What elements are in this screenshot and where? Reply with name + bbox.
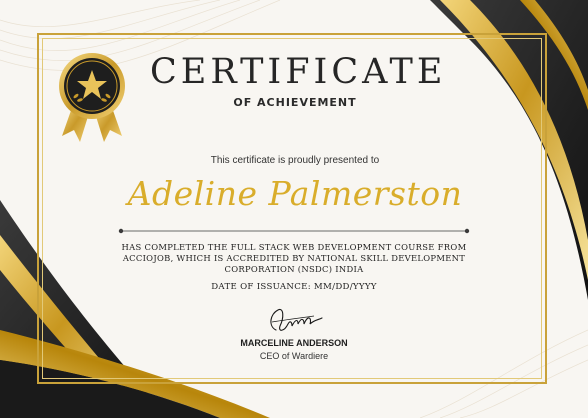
signer-role: CEO of Wardiere: [259, 351, 329, 361]
recipient-name: Adeline Palmerston: [127, 174, 463, 213]
certificate-title: CERTIFICATE: [150, 52, 447, 92]
signature-graphic: [270, 308, 323, 331]
issuance-date: DATE OF ISSUANCE: MM/DD/YYYY: [211, 282, 377, 292]
name-underline: [118, 228, 470, 234]
achievement-description: HAS COMPLETED THE FULL STACK WEB DEVELOP…: [121, 242, 467, 274]
signer-name: MARCELINE ANDERSON: [240, 338, 348, 348]
star-medal-icon: [59, 53, 125, 142]
certificate-subtitle: OF ACHIEVEMENT: [233, 96, 357, 109]
certificate-page: CERTIFICATE OF ACHIEVEMENT This certific…: [0, 0, 588, 418]
presented-line: This certificate is proudly presented to: [210, 155, 380, 166]
